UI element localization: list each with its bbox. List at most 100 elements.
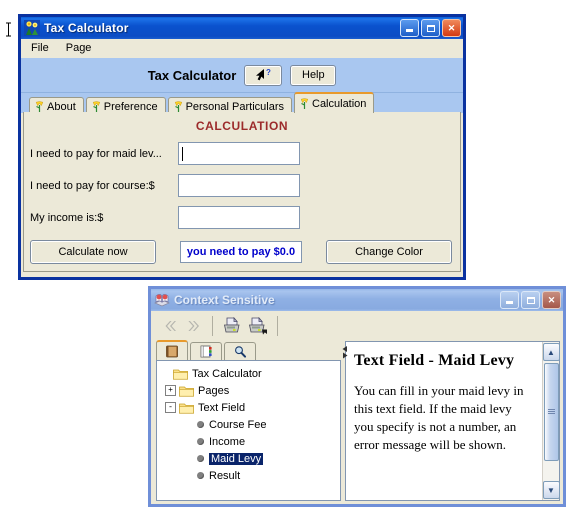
context-help-cursor-icon: ? [252,68,274,82]
context-sensitive-help-window[interactable]: Context Sensitive ✕ Tax Calculator + Pag… [148,286,566,507]
main-body: Tax Calculator ? Help About Preference P… [21,58,463,274]
contents-tab[interactable] [156,340,188,360]
tab-scroll-arrows[interactable] [341,345,349,359]
help-document: Text Field - Maid Levy You can fill in y… [346,342,542,500]
close-button[interactable]: ✕ [442,19,461,37]
help-toolbar[interactable] [151,311,563,341]
bullet-icon [197,438,204,445]
form-row-course-fee: I need to pay for course:$ [24,174,460,197]
scroll-down-button[interactable]: ▼ [542,481,560,499]
help-nav-tabs[interactable] [156,340,348,360]
collapse-toggle[interactable]: - [165,402,176,413]
bullet-icon [197,421,204,428]
minimize-button[interactable] [400,19,419,37]
close-button[interactable]: ✕ [542,291,561,309]
main-titlebar[interactable]: Tax Calculator ✕ [21,17,463,39]
course-fee-label: I need to pay for course:$ [30,179,155,192]
expand-toggle[interactable]: + [165,385,176,396]
chevron-left-icon [165,321,176,331]
form-row-maid-levy: I need to pay for maid lev... [24,142,460,165]
tree-node-maid-levy[interactable]: Maid Levy [161,450,340,467]
minimize-button[interactable] [500,291,519,309]
toolbar-separator [212,316,213,336]
help-content-scrollbar[interactable]: ▲ ▼ [542,342,560,500]
tree-node-label: Pages [198,384,230,397]
print-button[interactable] [220,315,244,337]
help-book-icon [154,292,170,308]
bullet-icon [197,455,204,462]
maid-levy-input[interactable] [178,142,300,165]
printer-setup-icon [249,317,267,335]
help-content-pane: Text Field - Maid Levy You can fill in y… [345,341,560,501]
help-button[interactable]: Help [290,64,337,86]
scroll-up-button[interactable]: ▲ [542,343,560,361]
result-display: you need to pay $0.0 [180,241,302,263]
bullet-icon [197,472,204,479]
tax-calculator-window[interactable]: Tax Calculator ✕ File Page Tax Calculato… [18,14,466,280]
page-title: Tax Calculator [147,67,237,83]
tree-node-result[interactable]: Result [161,467,340,484]
text-caret [182,146,183,161]
folder-icon [179,402,194,414]
help-navigation-pane: Tax Calculator + Pages - Text Field Cour… [156,340,348,501]
tree-node-income[interactable]: Income [161,433,340,450]
maximize-button[interactable] [421,19,440,37]
action-row: Calculate now you need to pay $0.0 Chang… [24,240,460,264]
menu-page[interactable]: Page [63,41,100,56]
index-tab[interactable] [190,342,222,360]
folder-icon [179,385,194,397]
app-header: Tax Calculator ? Help [21,58,463,93]
tab-preference-label: Preference [103,100,158,113]
help-heading: Text Field - Maid Levy [354,352,515,369]
tree-node-label: Text Field [198,401,246,414]
flower-icon [174,101,183,112]
tab-strip[interactable]: About Preference Personal Particulars Ca… [21,92,463,115]
help-window-title: Context Sensitive [174,293,275,307]
income-input[interactable] [178,206,300,229]
change-color-button[interactable]: Change Color [326,240,452,264]
printer-icon [224,317,240,333]
tree-node-label-selected: Maid Levy [209,452,264,465]
flower-icon [35,101,44,112]
tree-node-text-field[interactable]: - Text Field [161,399,340,416]
form-row-income: My income is:$ [24,206,460,229]
help-topic-tree[interactable]: Tax Calculator + Pages - Text Field Cour… [156,360,341,501]
back-button[interactable] [159,315,181,337]
course-fee-input[interactable] [178,174,300,197]
folder-icon [173,368,188,380]
forward-button[interactable] [183,315,205,337]
toolbar-separator [277,316,278,336]
tree-node-label: Tax Calculator [192,367,262,380]
index-pages-icon [200,345,212,358]
chevron-right-icon [188,321,199,331]
tab-calculation-label: Calculation [312,97,367,110]
flowers-icon [24,20,40,36]
book-icon [166,345,178,357]
tab-personal-particulars-label: Personal Particulars [185,100,284,113]
calculation-panel: CALCULATION I need to pay for maid lev..… [23,112,461,272]
menubar[interactable]: File Page [21,39,463,58]
tree-node-pages[interactable]: + Pages [161,382,340,399]
help-titlebar[interactable]: Context Sensitive ✕ [151,289,563,311]
calculate-now-button[interactable]: Calculate now [30,240,156,264]
tree-node-course-fee[interactable]: Course Fee [161,416,340,433]
income-label: My income is:$ [30,211,104,224]
main-window-title: Tax Calculator [44,21,129,35]
tree-node-label: Income [209,435,246,448]
tab-about-label: About [47,100,76,113]
magnifier-icon [235,346,246,358]
text-cursor-ibeam [5,22,12,37]
tree-node-label: Course Fee [209,418,267,431]
maid-levy-label: I need to pay for maid lev... [30,147,162,160]
menu-file[interactable]: File [28,41,57,56]
context-help-button[interactable]: ? [244,64,283,86]
page-setup-button[interactable] [246,315,270,337]
scrollbar-track[interactable] [543,362,559,480]
maximize-button[interactable] [521,291,540,309]
tab-calculation[interactable]: Calculation [294,92,375,113]
scrollbar-thumb[interactable] [543,363,559,461]
panel-title: CALCULATION [195,119,289,133]
tree-node-tax-calculator[interactable]: Tax Calculator [161,365,340,382]
help-body-text: You can fill in your maid levy in this t… [354,383,524,452]
search-tab[interactable] [224,342,256,360]
